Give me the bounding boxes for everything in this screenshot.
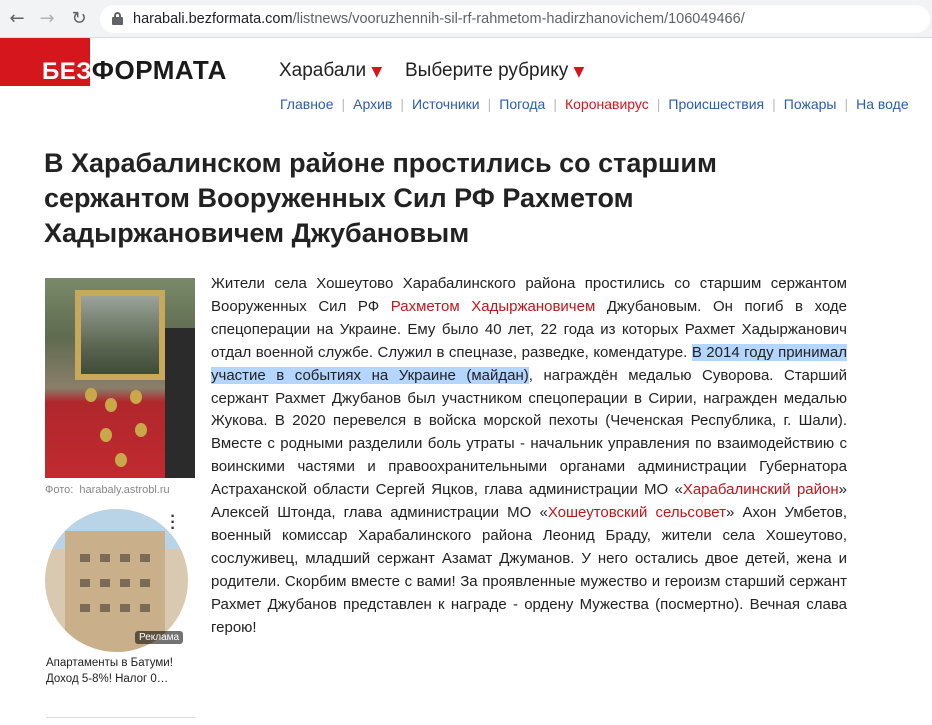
- window-image: [80, 579, 90, 587]
- rubric-selector[interactable]: Выберите рубрику ▼: [405, 60, 584, 82]
- region-label: Харабали: [279, 60, 367, 81]
- photo-caption-label: Фото:: [45, 484, 74, 496]
- nav-fires[interactable]: Пожары: [784, 96, 837, 112]
- lock-icon: [112, 12, 123, 25]
- region-selector[interactable]: Харабали ▼: [279, 60, 382, 82]
- nav-sources[interactable]: Источники: [412, 96, 480, 112]
- more-vertical-icon[interactable]: · · ·: [168, 509, 178, 537]
- photo-source: harabaly.astrobl.ru: [79, 484, 170, 496]
- rubric-label: Выберите рубрику: [405, 60, 569, 81]
- url-path: /listnews/vooruzhennih-sil-rf-rahmetom-h…: [292, 11, 745, 27]
- nav-incidents[interactable]: Происшествия: [668, 96, 764, 112]
- triangle-down-icon: ▼: [371, 64, 383, 80]
- photo-caption: Фото: harabaly.astrobl.ru: [45, 484, 170, 496]
- window-image: [100, 604, 110, 612]
- triangle-down-icon: ▼: [573, 64, 585, 80]
- window-image: [100, 554, 110, 562]
- village-link[interactable]: Хошеутовский сельсовет: [548, 504, 726, 521]
- nav-separator: |: [341, 96, 346, 112]
- nav-separator: |: [772, 96, 776, 112]
- nav-weather[interactable]: Погода: [499, 96, 545, 112]
- portrait-image: [81, 296, 159, 374]
- arrow-left-icon[interactable]: ←: [6, 8, 28, 30]
- browser-toolbar: ← → ↻ harabali.bezformata.com/listnews/v…: [0, 0, 932, 38]
- url-host: harabali.bezformata.com: [133, 11, 293, 27]
- article-title: В Харабалинском районе простились со ста…: [44, 148, 717, 248]
- medal-image: [130, 390, 142, 404]
- medal-image: [115, 453, 127, 467]
- nav-separator: |: [487, 96, 492, 112]
- top-navigation: Главное | Архив | Источники | Погода | Коронавир…: [280, 96, 909, 112]
- ad-badge: Реклама: [135, 631, 184, 644]
- article-text: , награждён медалью Суворова. Старший се…: [211, 366, 847, 499]
- nav-separator: |: [656, 96, 661, 112]
- article-body: Жители села Хошеутово Харабалинского рай…: [211, 273, 847, 640]
- window-image: [140, 604, 150, 612]
- nav-archive[interactable]: Архив: [353, 96, 392, 112]
- window-image: [120, 604, 130, 612]
- medal-image: [105, 398, 117, 412]
- nav-separator: |: [400, 96, 405, 112]
- window-image: [140, 554, 150, 562]
- nav-water[interactable]: На воде: [856, 96, 909, 112]
- district-link[interactable]: Харабалинский район: [683, 481, 839, 498]
- site-logo[interactable]: БЕЗФОРМАТА: [42, 55, 227, 86]
- window-image: [80, 554, 90, 562]
- reload-icon[interactable]: ↻: [68, 8, 90, 30]
- address-bar[interactable]: harabali.bezformata.com/listnews/vooruzh…: [100, 5, 930, 33]
- divider: [46, 717, 196, 718]
- logo-main: ФОРМАТА: [91, 55, 227, 85]
- article-text: » Ахон Умбетов, военный комиссар Харабал…: [211, 504, 847, 636]
- medal-image: [135, 423, 147, 437]
- nav-separator: |: [844, 96, 849, 112]
- window-image: [140, 579, 150, 587]
- medal-image: [85, 388, 97, 402]
- window-image: [120, 554, 130, 562]
- window-image: [80, 604, 90, 612]
- window-image: [100, 579, 110, 587]
- window-image: [120, 579, 130, 587]
- arrow-right-icon[interactable]: →: [36, 8, 58, 30]
- article-photo[interactable]: [45, 278, 195, 478]
- medal-image: [100, 428, 112, 442]
- logo-prefix: БЕЗ: [42, 58, 92, 85]
- nav-coronavirus[interactable]: Коронавирус: [565, 96, 649, 112]
- ad-title[interactable]: Апартаменты в Батуми! Доход 5-8%! Налог …: [46, 655, 196, 687]
- person-link[interactable]: Рахметом Хадыржановичем: [391, 298, 596, 315]
- nav-separator: |: [553, 96, 557, 112]
- url-text[interactable]: harabali.bezformata.com/listnews/vooruzh…: [133, 11, 745, 27]
- hand-image: [165, 328, 195, 478]
- nav-main[interactable]: Главное: [280, 96, 334, 112]
